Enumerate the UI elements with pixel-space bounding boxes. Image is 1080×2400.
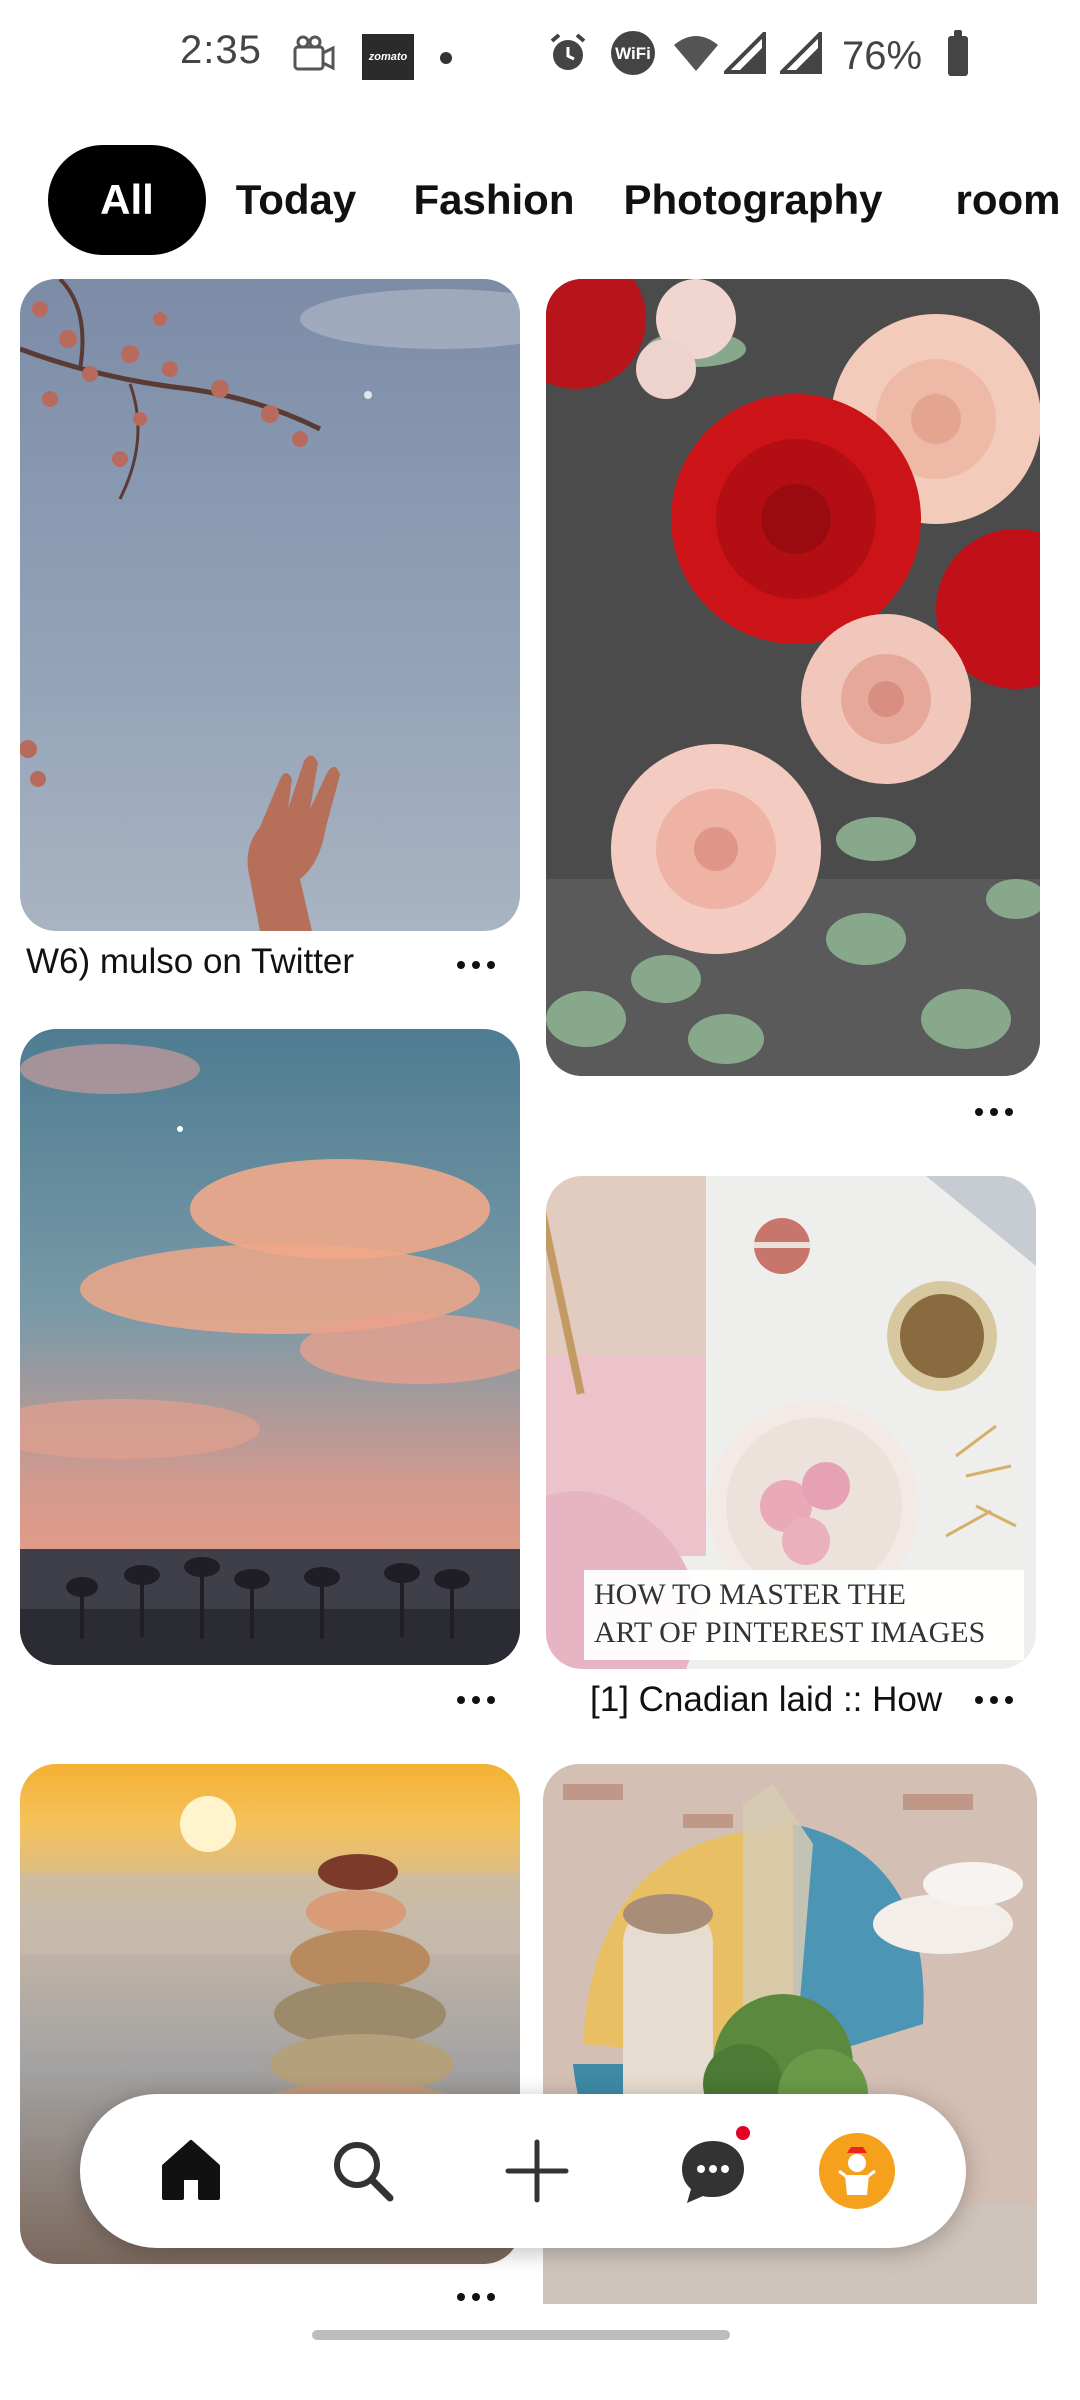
battery-icon <box>948 30 968 76</box>
notification-dot-icon <box>440 52 452 64</box>
search-icon[interactable] <box>320 2128 406 2214</box>
svg-text:WiFi: WiFi <box>615 44 651 63</box>
signal-icon <box>724 30 766 76</box>
tab-today[interactable]: Today <box>226 145 366 255</box>
category-tabs: All Today Fashion Photography room <box>0 145 1080 255</box>
pin-image-sky-hand[interactable] <box>20 279 520 931</box>
pin-caption: W6) mulso on Twitter <box>26 942 355 981</box>
tab-photography[interactable]: Photography <box>618 145 888 255</box>
more-options-icon[interactable] <box>964 1685 1024 1715</box>
pin-image-sunset-sea[interactable] <box>20 1029 520 1665</box>
zomato-label: zomato <box>368 51 408 63</box>
bottom-navigation-bar <box>80 2094 966 2248</box>
pin-image-flatlay[interactable]: HOW TO MASTER THE ART OF PINTEREST IMAGE… <box>546 1176 1036 1669</box>
avatar <box>819 2133 895 2209</box>
profile-avatar[interactable] <box>814 2128 900 2214</box>
pin-image-roses[interactable] <box>546 279 1040 1076</box>
tab-all[interactable]: All <box>48 145 206 255</box>
pin-overlay-title: HOW TO MASTER THE ART OF PINTEREST IMAGE… <box>594 1576 985 1652</box>
tab-room[interactable]: room <box>948 145 1068 255</box>
more-options-icon[interactable] <box>446 950 506 980</box>
status-time: 2:35 <box>180 28 262 72</box>
wifi-calling-icon: WiFi <box>608 30 658 76</box>
video-camera-icon <box>292 30 336 76</box>
signal-icon <box>780 30 822 76</box>
battery-percentage: 76% <box>842 34 923 78</box>
notification-badge <box>736 2126 750 2140</box>
pin-caption: [1] Cnadian laid :: How <box>590 1680 943 1719</box>
alarm-icon <box>546 30 590 76</box>
more-options-icon[interactable] <box>446 1685 506 1715</box>
tab-fashion[interactable]: Fashion <box>404 145 584 255</box>
status-bar: 2:35 zomato WiFi 76% <box>0 0 1080 120</box>
wifi-icon <box>672 30 720 76</box>
home-icon[interactable] <box>148 2128 234 2214</box>
add-icon[interactable] <box>494 2128 580 2214</box>
messages-icon[interactable] <box>670 2126 756 2214</box>
gesture-home-bar[interactable] <box>312 2330 730 2340</box>
more-options-icon[interactable] <box>446 2282 506 2312</box>
overlay-line-2: ART OF PINTEREST IMAGES <box>594 1616 986 1649</box>
overlay-line-1: HOW TO MASTER THE <box>594 1578 906 1611</box>
more-options-icon[interactable] <box>964 1097 1024 1127</box>
zomato-app-icon: zomato <box>362 34 414 80</box>
